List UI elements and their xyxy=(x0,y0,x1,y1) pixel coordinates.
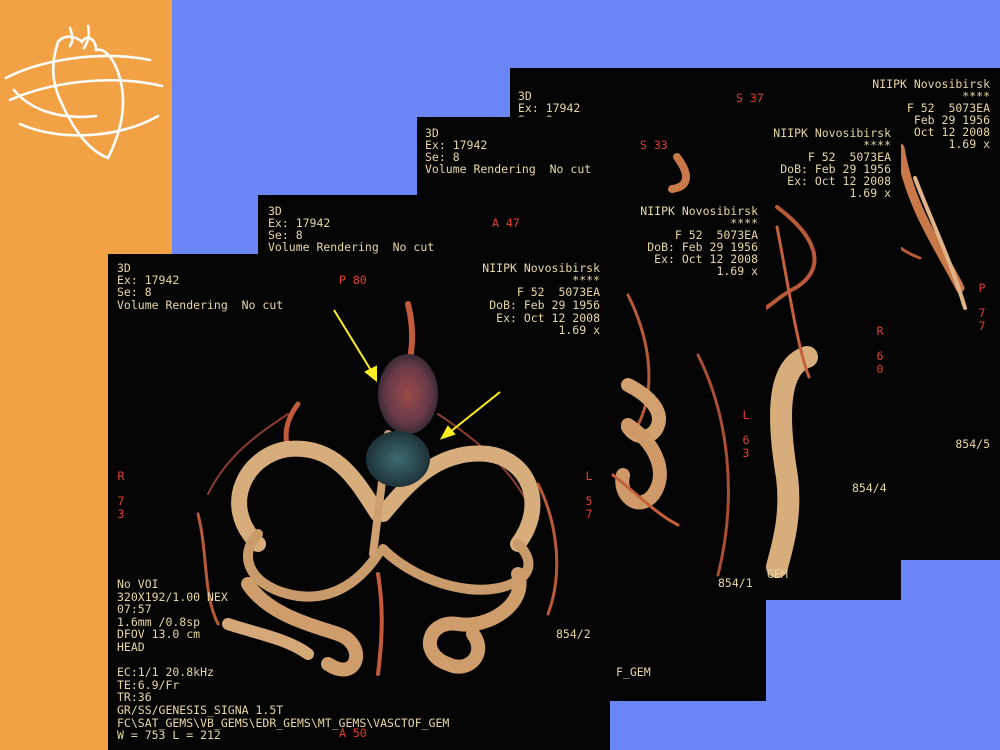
zoom-factor: 1.69 x xyxy=(849,186,891,200)
zoom-factor: 1.69 x xyxy=(558,323,600,337)
orientation-left: R 7 3 xyxy=(117,469,125,521)
image-number: 854/5 xyxy=(955,437,990,451)
acquisition-parameters: No VOI 320X192/1.00 NEX 07:57 1.6mm /0.8… xyxy=(117,577,450,743)
image-number: 854/2 xyxy=(556,627,591,641)
orientation-bottom: A 50 xyxy=(339,726,367,740)
orientation-right: L 6 3 xyxy=(742,408,750,460)
orientation-top: A 47 xyxy=(492,216,520,230)
aneurysm-upper xyxy=(378,354,438,434)
render-mode: Volume Rendering No cut xyxy=(425,162,592,176)
orientation-top: P 80 xyxy=(339,273,367,287)
render-mode: Volume Rendering No cut xyxy=(117,298,284,312)
sequence-text-fragment: F_GEM xyxy=(616,665,651,679)
orientation-right: L 5 7 xyxy=(585,469,593,521)
orientation-top: S 37 xyxy=(736,91,764,105)
image-number: 854/1 xyxy=(718,576,753,590)
series-number: Se: 8 xyxy=(117,285,152,299)
render-mode: Volume Rendering No cut xyxy=(268,240,435,254)
zoom-factor: 1.69 x xyxy=(716,264,758,278)
sequence-text-fragment: GEM xyxy=(767,567,788,581)
birth-date: DoB: Feb 29 1956 xyxy=(489,298,600,312)
aneurysm-lower xyxy=(366,431,430,487)
zoom-factor: 1.69 x xyxy=(948,137,990,151)
orientation-left: R 6 0 xyxy=(876,324,884,376)
mra-panel-854-2: 3D Ex: 17942 Se: 8 Volume Rendering No c… xyxy=(108,254,610,750)
orientation-top: S 33 xyxy=(640,138,668,152)
orientation-right: P 7 7 xyxy=(978,281,986,333)
heart-logo-icon xyxy=(4,24,164,160)
patient-id: F 52 5073EA xyxy=(516,285,600,299)
image-number: 854/4 xyxy=(852,481,887,495)
